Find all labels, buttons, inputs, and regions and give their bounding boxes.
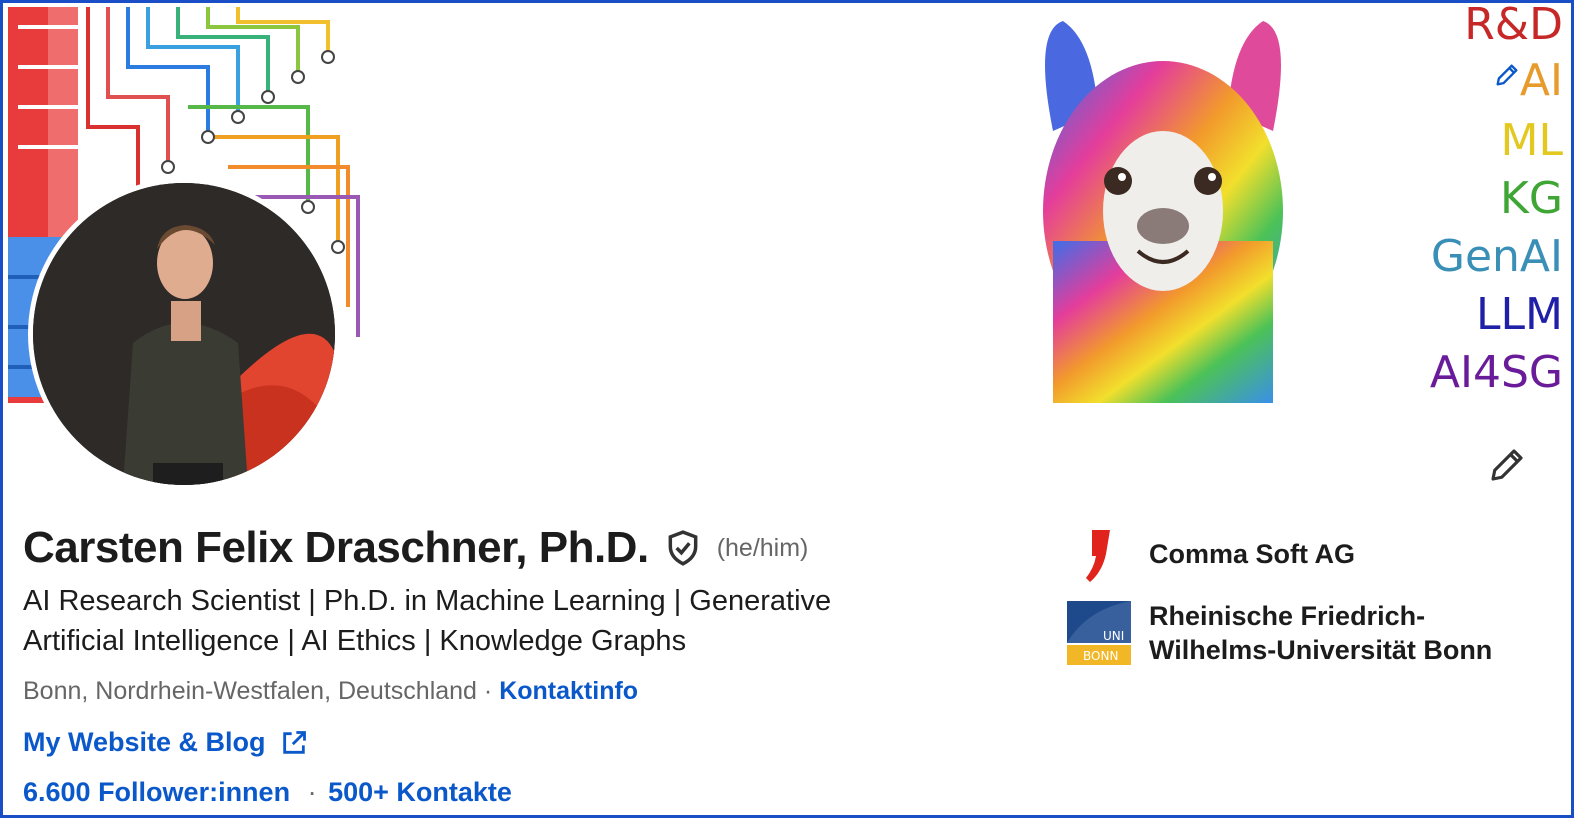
tag-ai4sg: AI4SG: [1429, 347, 1563, 398]
connections-link[interactable]: 500+ Kontakte: [328, 777, 512, 807]
profile-headline: AI Research Scientist | Ph.D. in Machine…: [23, 585, 832, 657]
uni-logo-top-text: UNI: [1103, 629, 1124, 643]
pronouns: (he/him): [716, 533, 809, 562]
tag-rnd: R&D: [1464, 0, 1563, 50]
separator-dot: ·: [307, 777, 317, 807]
company-name: Rheinische Friedrich-Wilhelms-Universitä…: [1149, 601, 1493, 665]
profile-card: R&D AI ML KG GenAI LLM AI4SG Carsten Fel…: [0, 0, 1574, 818]
network-stats: 6.600 Follower:innen · 500+ Kontakte: [23, 777, 512, 808]
separator-dot: ·: [483, 677, 493, 705]
company-name: Comma Soft AG: [1149, 539, 1356, 569]
pencil-icon: [1496, 64, 1518, 86]
tag-genai: GenAI: [1430, 231, 1563, 282]
website-row: My Website & Blog: [23, 727, 308, 758]
tag-ai: AI: [1519, 55, 1563, 106]
pencil-icon: [1491, 449, 1523, 481]
edit-profile-button[interactable]: [1483, 441, 1531, 489]
edit-banner-button[interactable]: [1489, 57, 1525, 93]
name-row: Carsten Felix Draschner, Ph.D. (he/him): [23, 523, 808, 573]
tag-kg: KG: [1500, 173, 1563, 224]
website-link[interactable]: My Website & Blog: [23, 727, 266, 758]
profile-photo[interactable]: [28, 178, 340, 490]
followers-link[interactable]: 6.600 Follower:innen: [23, 777, 290, 807]
external-link-icon[interactable]: [280, 729, 308, 757]
company-comma-soft[interactable]: Comma Soft AG: [1067, 521, 1355, 587]
person-photo-image: [33, 183, 335, 485]
skill-tags: R&D AI ML KG GenAI LLM AI4SG: [1383, 3, 1563, 403]
uni-bonn-logo-icon: UNI BONN: [1067, 601, 1131, 665]
comma-logo-icon: [1067, 521, 1133, 587]
tag-ml: ML: [1500, 115, 1563, 166]
location-text: Bonn, Nordrhein-Westfalen, Deutschland: [23, 677, 477, 705]
company-uni-bonn[interactable]: UNI BONN Rheinische Friedrich-Wilhelms-U…: [1067, 599, 1529, 667]
uni-logo-bottom-text: BONN: [1083, 649, 1118, 663]
tag-llm: LLM: [1476, 289, 1563, 340]
alpaca-illustration-image: [1043, 21, 1283, 403]
profile-name: Carsten Felix Draschner, Ph.D.: [23, 523, 649, 572]
verified-shield-icon[interactable]: [663, 528, 703, 568]
contact-info-link[interactable]: Kontaktinfo: [499, 677, 638, 705]
location-row: Bonn, Nordrhein-Westfalen, Deutschland ·…: [23, 677, 638, 706]
